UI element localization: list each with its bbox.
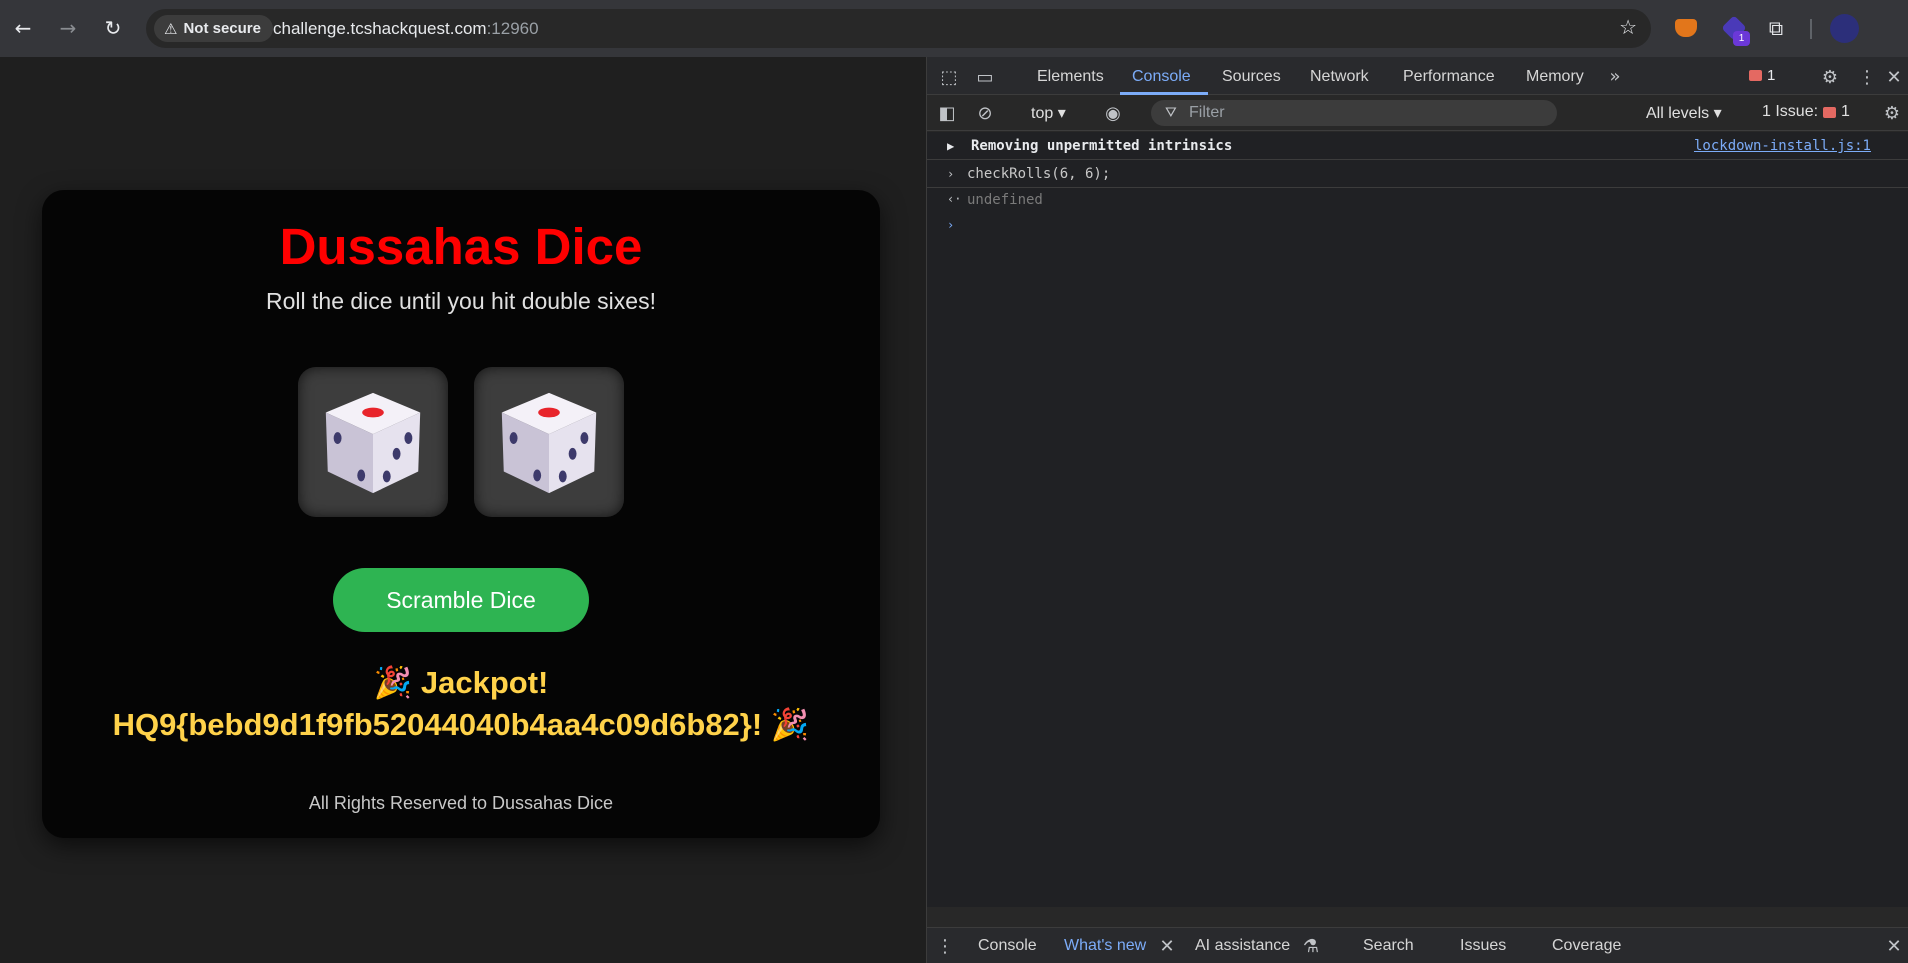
tab-console[interactable]: Console [1132,68,1191,86]
beaker-icon: ⚗ [1302,935,1320,957]
gear-icon[interactable]: ⚙ [1818,65,1842,89]
eye-icon[interactable]: ◉ [1101,101,1125,125]
context-value: top [1031,105,1054,122]
tab-sources[interactable]: Sources [1222,68,1281,86]
profile-avatar[interactable] [1830,14,1859,43]
inspect-element-icon[interactable]: ⬚ [937,65,961,89]
devtools-panel: ⬚ ▭ Elements Console Sources Network Per… [926,57,1908,963]
security-chip[interactable]: ⚠ Not secure [154,15,273,42]
console-toolbar: ◧ ⊘ top ▾ ◉ ⛛ Filter All levels ▾ 1 Issu… [927,95,1908,131]
drawer-tab-coverage[interactable]: Coverage [1552,937,1621,955]
bookmark-star-icon[interactable]: ☆ [1619,15,1637,39]
url-text[interactable]: challenge.tcshackquest.com:12960 [273,19,539,39]
error-counter[interactable]: 1 [1749,67,1775,84]
error-count: 1 [1767,67,1776,84]
console-prompt[interactable]: › [927,214,1908,240]
expand-triangle-icon[interactable]: ▶ [947,139,954,153]
issues-label: 1 Issue: [1762,103,1819,120]
browser-toolbar: ← → ↻ ⚠ Not secure challenge.tcshackques… [0,0,1908,57]
log-levels-select[interactable]: All levels ▾ [1646,103,1722,123]
url-host: challenge.tcshackquest.com [273,19,487,38]
devtools-drawer: ⋮ Console What's new ✕ AI assistance ⚗ S… [927,927,1908,963]
flag-text: HQ9{bebd9d1f9fb52044040b4aa4c09d6b82}! [112,707,763,742]
result-value: undefined [967,192,1043,208]
party-popper-icon: 🎉 [770,707,810,743]
party-popper-icon: 🎉 [373,665,413,701]
message-text: Removing unpermitted intrinsics [971,138,1233,154]
issues-count: 1 [1841,103,1850,120]
jackpot-text: Jackpot! [420,665,549,700]
devtools-tabbar: ⬚ ▭ Elements Console Sources Network Per… [927,57,1908,95]
tab-network[interactable]: Network [1310,68,1369,86]
more-tabs-chevron-icon[interactable]: » [1603,64,1627,88]
filter-placeholder: Filter [1189,104,1225,121]
scramble-dice-button[interactable]: Scramble Dice [333,568,589,632]
drawer-menu-icon[interactable]: ⋮ [933,934,957,958]
security-label: Not secure [183,20,261,37]
page-viewport: Dussahas Dice Roll the dice until you hi… [0,57,926,963]
sidebar-toggle-icon[interactable]: ◧ [935,101,959,125]
clear-console-icon[interactable]: ⊘ [973,101,997,125]
device-toolbar-icon[interactable]: ▭ [973,65,997,89]
drawer-tab-issues[interactable]: Issues [1460,937,1506,955]
drawer-tab-ai-assistance[interactable]: AI assistance [1195,937,1290,955]
error-icon [1749,70,1762,81]
input-chevron-icon: › [947,167,955,181]
drawer-tab-search[interactable]: Search [1363,937,1414,955]
back-arrow-icon[interactable]: ← [9,14,37,42]
filter-input[interactable]: ⛛ Filter [1151,100,1557,126]
console-result-line: ‹· undefined [927,188,1908,214]
die-left [298,367,448,517]
message-source-link[interactable]: lockdown-install.js:1 [1694,138,1871,154]
console-message: ▶ Removing unpermitted intrinsics lockdo… [927,132,1908,160]
dice-icon [325,392,421,494]
footer-text: All Rights Reserved to Dussahas Dice [308,793,614,813]
levels-value: All levels [1646,105,1710,122]
dice-icon [501,392,597,494]
metamask-extension-icon[interactable] [1672,14,1700,42]
url-port: :12960 [486,19,539,38]
jackpot-line-2: HQ9{bebd9d1f9fb52044040b4aa4c09d6b82}! 🎉 [42,706,880,743]
extension-badge: 1 [1733,31,1750,46]
drawer-tab-whats-new[interactable]: What's new [1064,937,1146,955]
toolbar-divider [1810,19,1812,39]
close-icon[interactable]: ✕ [1882,65,1906,89]
die-right [474,367,624,517]
console-settings-gear-icon[interactable]: ⚙ [1880,101,1904,125]
issue-icon [1823,106,1837,118]
kebab-menu-icon[interactable]: ⋮ [1855,65,1879,89]
game-title: Dussahas Dice [279,218,643,275]
warning-icon: ⚠ [164,19,178,38]
filter-icon: ⛛ [1165,105,1177,121]
jackpot-line-1: 🎉 Jackpot! [42,664,880,701]
issues-counter[interactable]: 1 Issue: 1 [1762,103,1850,121]
input-code: checkRolls(6, 6); [967,166,1111,182]
prompt-chevron-icon: › [947,218,955,232]
drawer-tab-console[interactable]: Console [978,937,1037,955]
extensions-puzzle-icon[interactable]: ⧉ [1762,14,1790,42]
drawer-tab-close-icon[interactable]: ✕ [1155,934,1179,958]
tab-memory[interactable]: Memory [1526,68,1584,86]
tab-performance[interactable]: Performance [1403,68,1495,86]
address-bar[interactable]: ⚠ Not secure challenge.tcshackquest.com:… [146,9,1651,48]
tab-elements[interactable]: Elements [1037,68,1104,86]
drawer-close-icon[interactable]: ✕ [1882,934,1906,958]
forward-arrow-icon[interactable]: → [54,14,82,42]
console-output: ▶ Removing unpermitted intrinsics lockdo… [927,132,1908,907]
context-select[interactable]: top ▾ [1031,103,1066,123]
reload-icon[interactable]: ↻ [99,14,127,42]
console-input-line: › checkRolls(6, 6); [927,160,1908,188]
game-card: Dussahas Dice Roll the dice until you hi… [42,190,880,838]
game-subtitle: Roll the dice until you hit double sixes… [266,288,656,314]
result-arrow-icon: ‹· [947,192,962,206]
